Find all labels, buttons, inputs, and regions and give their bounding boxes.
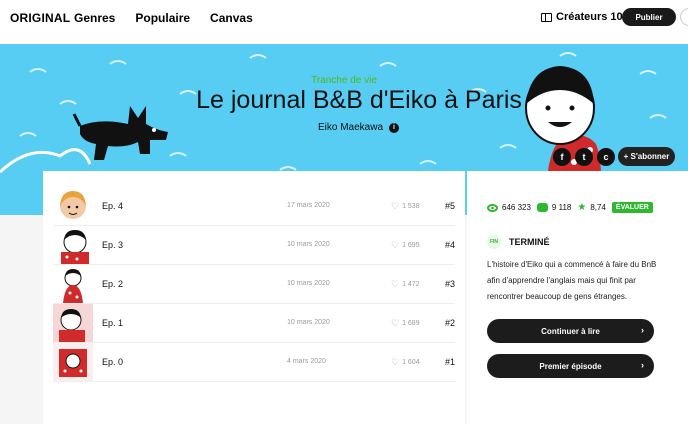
heart-icon: ♡	[391, 240, 400, 250]
nav-populaire[interactable]: Populaire	[135, 11, 190, 25]
subscribers-icon	[536, 203, 548, 212]
series-title: Le journal B&B d'Eiko à Paris	[196, 86, 522, 114]
fin-badge: FIN	[487, 235, 501, 249]
episode-date: 4 mars 2020	[287, 358, 326, 365]
episode-list: Ep. 4 17 mars 2020 ♡ 1 538 #5 Ep. 3 10 ma…	[43, 171, 465, 424]
likes-count: 1 538	[402, 203, 420, 210]
series-info-panel: 646 323 9 118 ★ 8,74 ÉVALUER FIN TERMINÉ…	[467, 171, 688, 424]
status-label: TERMINÉ	[509, 237, 550, 247]
series-genre[interactable]: Tranche de vie	[0, 75, 688, 86]
profile-button[interactable]	[680, 8, 688, 26]
episode-number: #4	[444, 240, 455, 250]
heart-icon: ♡	[391, 279, 400, 289]
episode-number: #5	[444, 201, 455, 211]
episode-likes: ♡ 1 604	[391, 358, 420, 367]
completion-status: FIN TERMINÉ	[487, 235, 550, 249]
episode-number: #3	[444, 279, 455, 289]
heart-icon: ♡	[391, 201, 400, 211]
episode-likes: ♡ 1 695	[391, 241, 420, 250]
subscribe-button[interactable]: + S'abonner	[618, 147, 675, 166]
episode-thumbnail	[60, 191, 86, 219]
views-count: 646 323	[502, 203, 531, 212]
subscribers-stat: 9 118	[536, 203, 572, 212]
episode-row[interactable]: Ep. 3 10 mars 2020 ♡ 1 695 #4	[53, 226, 455, 265]
episode-title: Ep. 3	[102, 240, 124, 250]
likes-count: 1 695	[402, 242, 420, 249]
first-episode-button[interactable]: Premier épisode ›	[487, 354, 654, 378]
copy-link-icon[interactable]: c	[597, 148, 615, 166]
episode-thumbnail	[63, 269, 83, 303]
episode-thumbnail	[53, 304, 93, 342]
episode-title: Ep. 2	[102, 279, 124, 289]
episode-row[interactable]: Ep. 0 4 mars 2020 ♡ 1 604 #1	[53, 343, 455, 382]
series-stats: 646 323 9 118 ★ 8,74 ÉVALUER	[487, 202, 659, 213]
episode-likes: ♡ 1 472	[391, 280, 420, 289]
episode-date: 10 mars 2020	[287, 319, 330, 326]
episode-number: #2	[444, 318, 455, 328]
eye-icon	[487, 203, 498, 212]
episode-title: Ep. 1	[102, 318, 124, 328]
subscribers-count: 9 118	[551, 203, 572, 212]
first-episode-label: Premier épisode	[539, 361, 602, 371]
facebook-icon[interactable]: f	[553, 148, 571, 166]
episode-likes: ♡ 1 689	[391, 319, 420, 328]
episode-thumbnail	[61, 230, 89, 264]
likes-count: 1 689	[402, 320, 420, 327]
rating-value: 8,74	[590, 203, 606, 212]
rating-stat: ★ 8,74 ÉVALUER	[577, 202, 653, 213]
likes-count: 1 472	[402, 281, 420, 288]
episode-date: 10 mars 2020	[287, 241, 330, 248]
info-icon[interactable]: i	[389, 122, 400, 133]
series-author: Eiko Maekawa i	[318, 122, 400, 133]
nav-canvas[interactable]: Canvas	[210, 11, 253, 25]
twitter-icon[interactable]: t	[575, 148, 593, 166]
chevron-right-icon: ›	[641, 360, 644, 370]
nav-links: Genres Populaire Canvas	[74, 11, 253, 25]
episode-likes: ♡ 1 538	[391, 202, 420, 211]
brand-logo[interactable]: ORIGINAL	[10, 11, 70, 25]
episode-row[interactable]: Ep. 1 10 mars 2020 ♡ 1 689 #2	[53, 304, 455, 343]
chevron-right-icon: ›	[641, 325, 644, 335]
author-name[interactable]: Eiko Maekawa	[318, 122, 383, 133]
episode-row[interactable]: Ep. 2 10 mars 2020 ♡ 1 472 #3	[53, 265, 455, 304]
likes-count: 1 604	[402, 359, 420, 366]
nav-genres[interactable]: Genres	[74, 11, 115, 25]
episode-date: 17 mars 2020	[287, 202, 330, 209]
episode-date: 10 mars 2020	[287, 280, 330, 287]
book-icon	[541, 12, 552, 22]
creators-label: Créateurs 101	[556, 11, 629, 23]
continue-reading-button[interactable]: Continuer à lire ›	[487, 319, 654, 343]
views-stat: 646 323	[487, 203, 531, 212]
heart-icon: ♡	[391, 318, 400, 328]
continue-label: Continuer à lire	[541, 326, 600, 336]
episode-title: Ep. 0	[102, 357, 124, 367]
episode-title: Ep. 4	[102, 201, 124, 211]
rate-button[interactable]: ÉVALUER	[611, 202, 653, 213]
episode-thumbnail	[53, 343, 93, 381]
top-nav: ORIGINAL Genres Populaire Canvas Créateu…	[0, 0, 688, 44]
series-description: L'histoire d'Eiko qui a commencé à faire…	[487, 260, 657, 301]
episode-number: #1	[444, 357, 455, 367]
creators-link[interactable]: Créateurs 101	[541, 11, 629, 23]
star-icon: ★	[577, 202, 587, 213]
heart-icon: ♡	[391, 357, 400, 367]
episode-row[interactable]: Ep. 4 17 mars 2020 ♡ 1 538 #5	[53, 187, 455, 226]
publish-button[interactable]: Publier	[622, 8, 676, 26]
